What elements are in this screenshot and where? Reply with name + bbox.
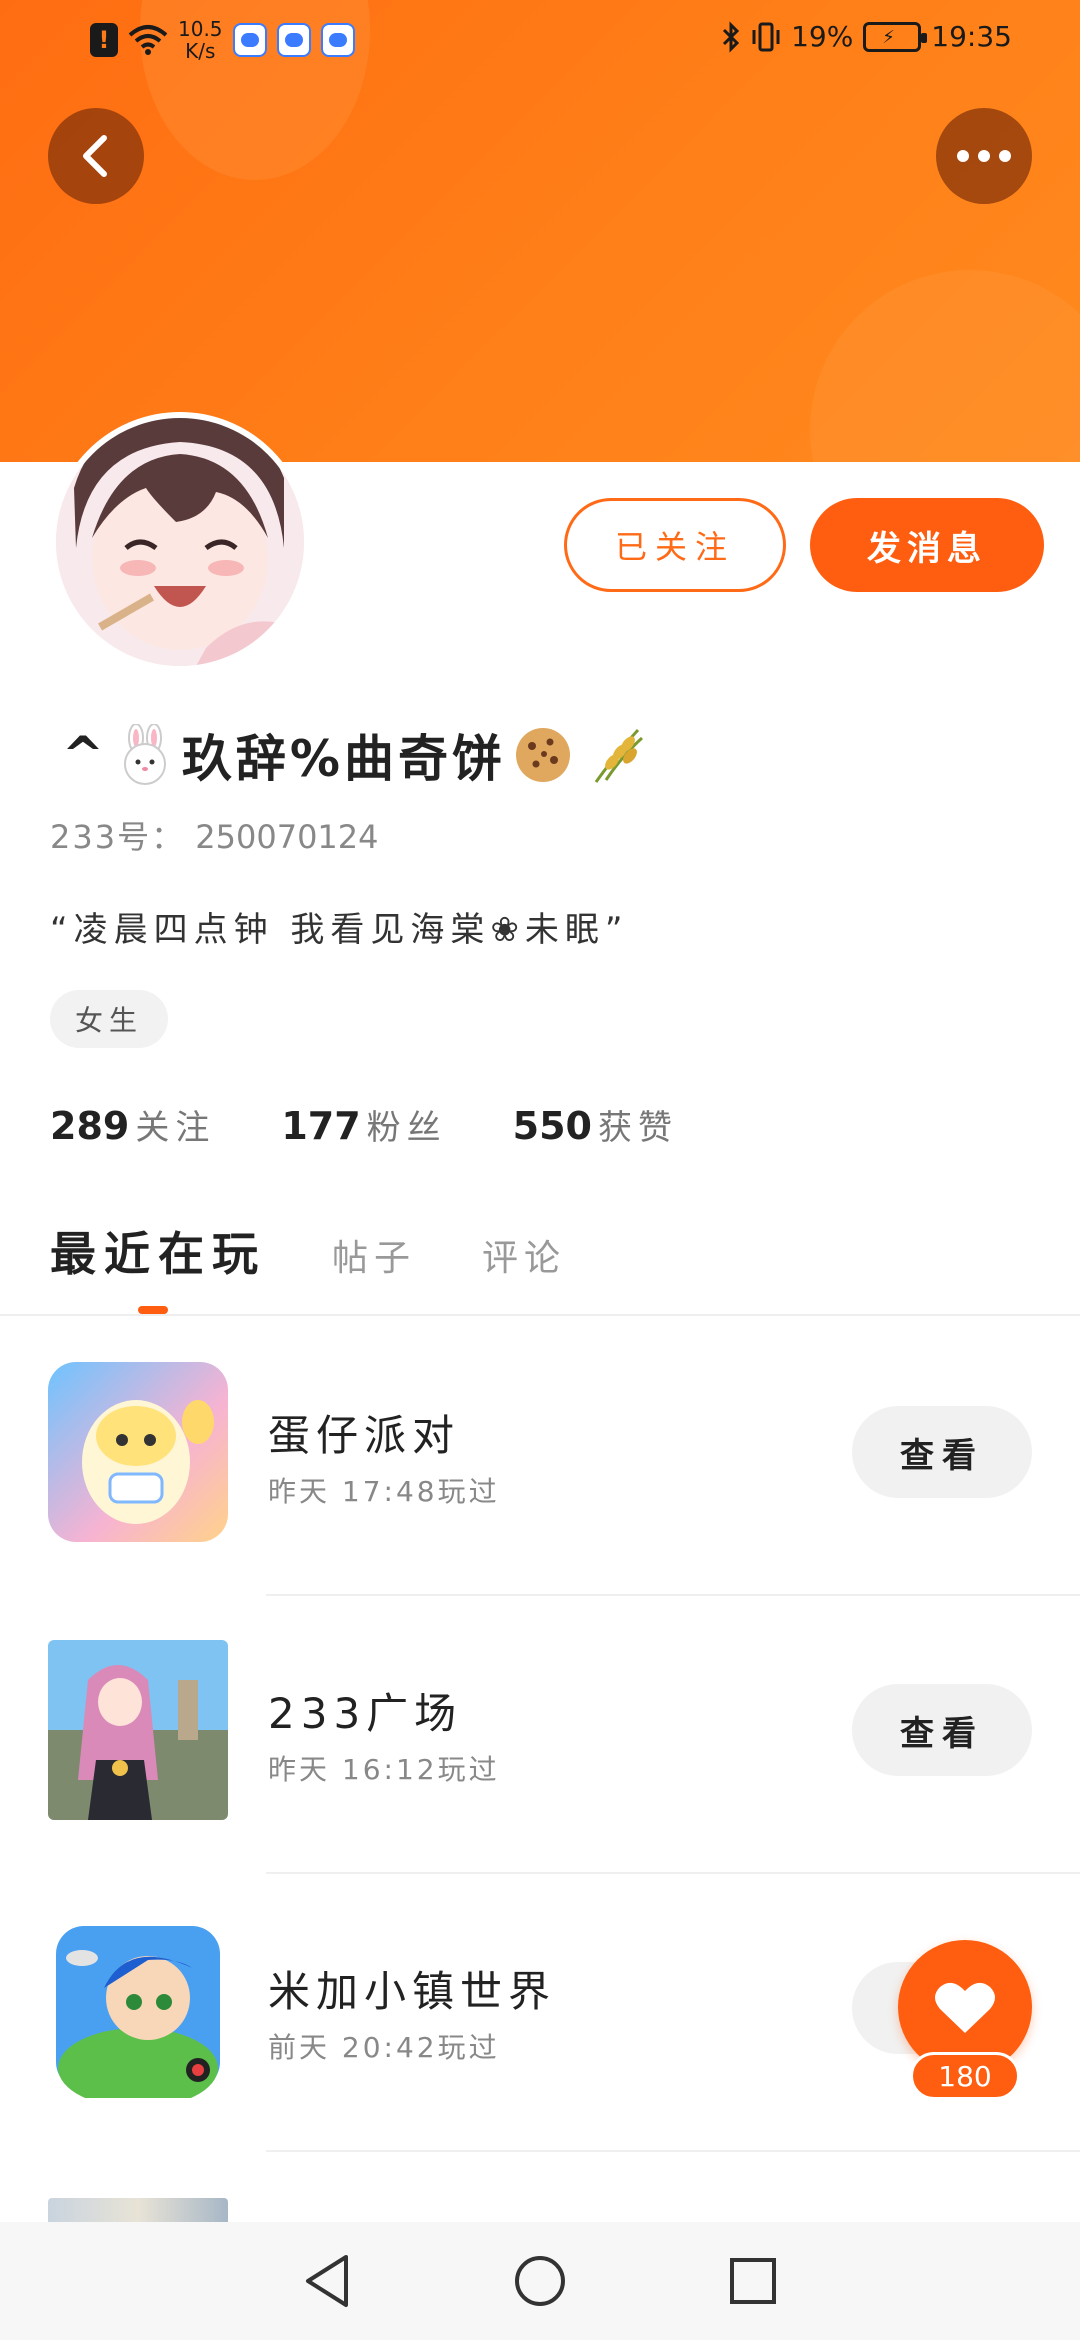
content-tabs: 最近在玩 帖子 评论 (50, 1218, 566, 1284)
avatar[interactable] (50, 412, 310, 672)
last-played-time: 昨天 16:12玩过 (268, 1753, 500, 1786)
gender-tag: 女生 (50, 990, 168, 1048)
user-id-value: 250070124 (195, 818, 379, 856)
last-played-time: 前天 20:42玩过 (268, 2031, 500, 2064)
user-id: 233号： 250070124 (50, 812, 379, 858)
circle-home-icon (514, 2256, 565, 2306)
stat-value: 289 (50, 1104, 130, 1148)
vibrate-icon (752, 22, 780, 51)
anime-avatar-illustration (56, 418, 304, 666)
status-bar: ! 10.5 K/s 19% ⚡ 19:35 (0, 0, 1080, 80)
view-game-button[interactable]: 查看 (852, 1684, 1032, 1776)
followed-button[interactable]: 已关注 (564, 498, 786, 592)
game-name: 蛋仔派对 (268, 1411, 461, 1460)
nav-back-button[interactable] (297, 2251, 357, 2311)
back-button[interactable] (48, 108, 144, 204)
more-dots-icon (999, 150, 1011, 162)
chevron-left-icon (83, 135, 107, 177)
nav-recents-button[interactable] (723, 2251, 783, 2311)
game-name: 米加小镇世界 (268, 1967, 557, 2016)
cookie-emoji-icon (516, 728, 571, 782)
send-message-button[interactable]: 发消息 (810, 498, 1044, 592)
more-dots-icon (957, 150, 969, 162)
wifi-icon (128, 25, 168, 55)
egg-party-game-icon (48, 1362, 228, 1542)
active-tab-indicator (138, 1306, 168, 1314)
stat-label: 获赞 (597, 1108, 678, 1148)
nickname: ^ 玖辞%曲奇饼 (62, 720, 654, 790)
nav-home-button[interactable] (510, 2251, 570, 2311)
stat-value: 550 (512, 1104, 592, 1148)
clock: 19:35 (931, 20, 1012, 53)
nickname-prefix: ^ (62, 726, 108, 784)
more-dots-icon (978, 150, 990, 162)
triangle-back-icon (305, 2255, 348, 2307)
stat-value: 177 (281, 1104, 361, 1148)
like-count-badge: 180 (910, 2052, 1020, 2100)
nickname-text: 玖辞%曲奇饼 (181, 730, 507, 788)
banner-decoration (810, 270, 1080, 462)
stat-label: 粉丝 (366, 1108, 447, 1148)
list-item[interactable]: 蛋仔派对 昨天 17:48玩过 查看 (0, 1318, 1080, 1596)
stat-following[interactable]: 289 关注 (50, 1100, 215, 1149)
square-recents-icon (730, 2258, 777, 2304)
last-played-time: 昨天 17:48玩过 (268, 1475, 500, 1508)
rabbit-emoji-icon (123, 724, 166, 785)
network-speed: 10.5 K/s (178, 18, 223, 62)
network-speed-unit: K/s (185, 39, 216, 63)
plaza-233-game-icon (48, 1640, 228, 1820)
baidu-paw-icon (232, 23, 267, 57)
heart-icon (935, 1982, 995, 2033)
game-name: 233广场 (268, 1689, 463, 1738)
bluetooth-icon (723, 20, 740, 53)
tab-posts[interactable]: 帖子 (332, 1229, 416, 1281)
stat-label: 关注 (135, 1108, 216, 1148)
user-id-label: 233号： (50, 818, 186, 856)
baidu-paw-icon (320, 23, 355, 57)
warning-icon: ! (90, 23, 118, 57)
tab-comments[interactable]: 评论 (482, 1229, 566, 1281)
tabs-divider (0, 1314, 1080, 1316)
view-game-button[interactable]: 查看 (852, 1406, 1032, 1498)
list-item[interactable]: 233广场 昨天 16:12玩过 查看 (0, 1596, 1080, 1874)
battery-icon: ⚡ (863, 21, 928, 52)
battery-percent: 19% (791, 20, 854, 53)
partial-game-icon (48, 2198, 228, 2222)
network-speed-value: 10.5 (178, 17, 223, 41)
baidu-paw-icon (276, 23, 311, 57)
miga-town-game-icon (48, 1918, 228, 2098)
more-options-button[interactable] (936, 108, 1032, 204)
profile-stats: 289 关注 177 粉丝 550 获赞 (50, 1100, 678, 1149)
tab-recently-played[interactable]: 最近在玩 (50, 1218, 266, 1284)
stat-followers[interactable]: 177 粉丝 (281, 1100, 446, 1149)
system-nav-bar (0, 2222, 1080, 2340)
list-divider (266, 2150, 1080, 2152)
rice-ear-emoji-icon (594, 728, 644, 783)
stat-likes[interactable]: 550 获赞 (513, 1100, 678, 1149)
signature: “凌晨四点钟 我看见海棠❀未眠” (50, 910, 629, 950)
